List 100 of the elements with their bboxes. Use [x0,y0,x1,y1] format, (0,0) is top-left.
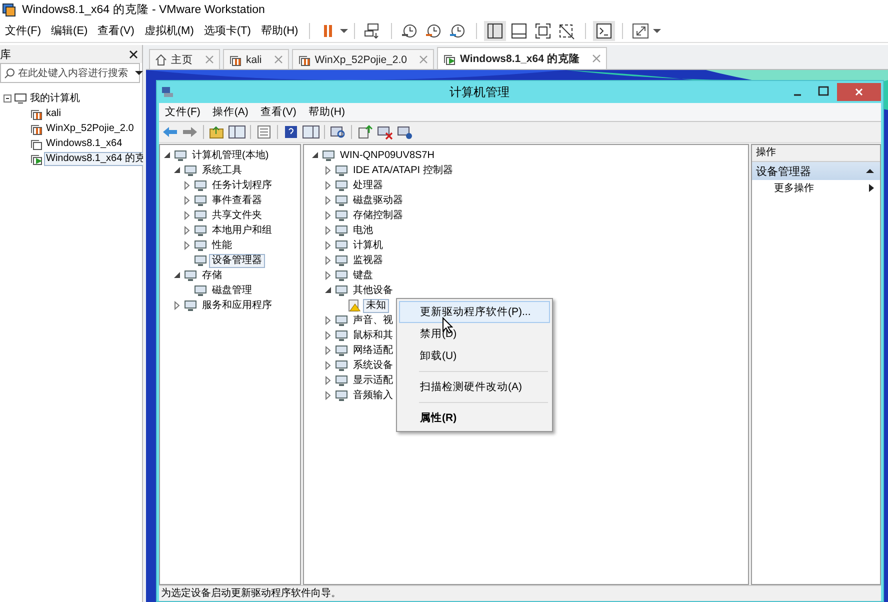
device-icon [194,179,207,192]
tree-item[interactable]: 共享文件夹 [209,208,265,222]
expand-arrow-icon[interactable] [323,345,333,356]
tree-item[interactable]: Windows8.1_x64 [44,136,124,150]
expand-arrow-icon[interactable] [182,225,192,236]
menu-item[interactable]: 查看(V) [92,23,140,38]
tree-item[interactable]: 磁盘驱动器 [350,194,406,208]
tree-item[interactable]: 任务计划程序 [209,178,275,192]
tree-item[interactable]: 计算机管理(本地) [189,148,272,162]
console-icon[interactable] [593,20,616,40]
device-icon [335,284,348,297]
menu-item[interactable]: 帮助(H) [302,105,351,119]
tab[interactable]: 主页 [149,49,220,69]
tree-item[interactable]: 网络适配 [350,344,396,358]
tree-item[interactable]: IDE ATA/ATAPI 控制器 [350,164,456,178]
expand-arrow-icon[interactable] [172,300,182,311]
tree-item[interactable]: 本地用户和组 [209,224,275,238]
tree-item[interactable]: 监视器 [350,254,386,268]
menu-item[interactable]: 卸载(U) [399,345,550,367]
collapse-toggle-icon[interactable] [3,93,13,104]
tree-item[interactable]: kali [44,106,64,120]
action-item[interactable]: 更多操作 [774,181,814,195]
list-icon[interactable] [255,124,273,140]
help-icon[interactable] [282,124,300,140]
menu-item[interactable]: 文件(F) [159,105,206,119]
tree-item[interactable]: 磁盘管理 [209,284,255,298]
expand-arrow-icon[interactable] [323,375,333,386]
close-button[interactable] [837,83,881,101]
menu-item[interactable]: 更新驱动程序软件(P)... [399,301,550,323]
tree-item[interactable]: 电池 [350,224,376,238]
tab[interactable]: WinXp_52Pojie_2.0 [292,49,434,69]
tree-item[interactable]: 性能 [209,238,235,252]
tree-item[interactable]: 系统设备 [350,358,396,372]
menu-item[interactable]: 文件(F) [0,23,46,38]
collapse-arrow-icon[interactable] [323,285,333,296]
tree-item[interactable]: 其他设备 [350,284,396,298]
tree-item[interactable]: 系统工具 [199,164,245,178]
expand-arrow-icon[interactable] [182,240,192,251]
tree-item[interactable]: 处理器 [350,178,386,192]
action-pane-icon[interactable] [302,124,320,140]
expand-arrow-icon[interactable] [323,195,333,206]
tab[interactable]: kali [223,49,289,69]
tree-item[interactable]: 事件查看器 [209,194,265,208]
menu-item[interactable]: 禁用(D) [399,323,550,345]
back-arrow-icon[interactable] [161,124,179,140]
expand-arrow-icon[interactable] [323,240,333,251]
expand-arrow-icon[interactable] [323,225,333,236]
uninstall-device-icon[interactable] [396,124,414,140]
section-header[interactable]: 设备管理器 [752,162,880,180]
tree-item[interactable]: 存储控制器 [350,208,406,222]
update-driver-icon[interactable] [356,124,374,140]
disable-device-icon[interactable] [376,124,394,140]
tree-item[interactable]: 服务和应用程序 [199,298,275,312]
menu-item[interactable]: 操作(A) [206,105,254,119]
tab[interactable]: Windows8.1_x64 的克隆 [437,47,607,69]
collapse-arrow-icon[interactable] [310,150,320,161]
tree-item[interactable]: 计算机 [350,238,386,252]
menu-item[interactable]: 属性(R) [399,407,550,429]
menu-item[interactable]: 编辑(E) [46,23,93,38]
expand-arrow-icon[interactable] [323,270,333,281]
tree-item[interactable]: 设备管理器 [209,254,265,268]
menu-item[interactable]: 选项卡(T) [198,23,256,38]
menu-item[interactable]: 虚拟机(M) [139,23,199,38]
expand-arrow-icon[interactable] [323,180,333,191]
expand-arrow-icon[interactable] [323,330,333,341]
expand-arrow-icon[interactable] [323,255,333,266]
expand-arrow-icon[interactable] [182,210,192,221]
expand-arrow-icon[interactable] [323,390,333,401]
expand-arrow-icon[interactable] [182,180,192,191]
tree-item[interactable]: 声音、视 [350,314,396,328]
tree-item[interactable]: 显示适配 [350,374,396,388]
pane-title: 操作 [752,145,880,162]
console-tree-icon[interactable] [228,124,246,140]
close-icon[interactable] [129,50,138,58]
expand-arrow-icon[interactable] [323,360,333,371]
menu-item[interactable]: 帮助(H) [256,23,304,38]
expand-arrow-icon[interactable] [323,315,333,326]
forward-arrow-icon[interactable] [181,124,199,140]
menu-item[interactable]: 扫描检测硬件改动(A) [399,376,550,398]
expand-arrow-icon[interactable] [323,165,333,176]
tree-item[interactable]: WinXp_52Pojie_2.0 [44,122,136,136]
tree-item[interactable]: 我的计算机 [28,92,82,106]
tree-item[interactable]: 键盘 [350,268,376,282]
expand-arrow-icon[interactable] [182,195,192,206]
tree-item[interactable]: 音频输入 [350,388,396,402]
caret-icon [653,28,662,34]
warning-icon [348,299,361,312]
tree-item[interactable]: 存储 [199,268,225,282]
tree-item[interactable]: 鼠标和其 [350,328,396,342]
collapse-arrow-icon[interactable] [172,165,182,176]
scan-hardware-icon[interactable] [329,124,347,140]
tree-item[interactable]: 未知 [363,298,389,312]
sidebar-view-icon[interactable] [484,20,506,40]
folder-up-icon[interactable] [208,124,226,140]
expand-arrow-icon[interactable] [323,210,333,221]
menu-item[interactable]: 查看(V) [254,105,302,119]
collapse-arrow-icon[interactable] [162,150,172,161]
device-icon [335,164,348,177]
collapse-arrow-icon[interactable] [172,270,182,281]
tree-item[interactable]: WIN-QNP09UV8S7H [337,148,438,162]
